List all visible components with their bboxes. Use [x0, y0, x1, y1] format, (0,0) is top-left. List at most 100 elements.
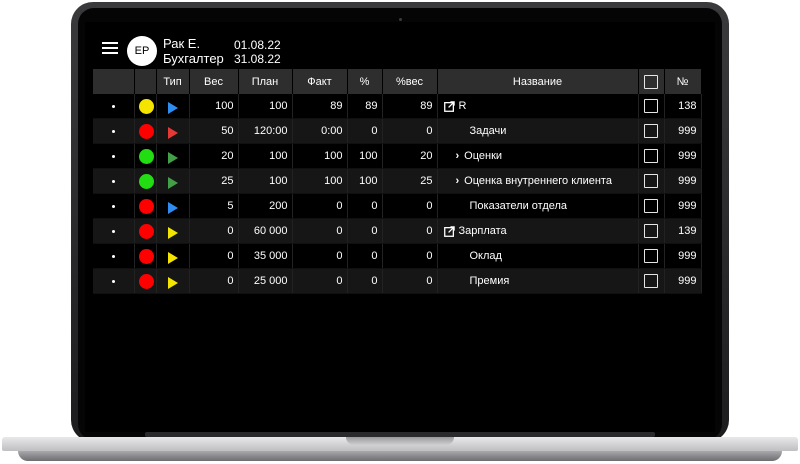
header-marker	[93, 69, 135, 94]
status-circle	[138, 273, 154, 289]
laptop-base-bottom	[18, 451, 782, 461]
camera-icon	[399, 18, 402, 21]
external-link-icon[interactable]	[443, 225, 455, 237]
status-indicator	[134, 218, 157, 244]
app-screen: ЕР Рак Е. Бухгалтер 01.08.22 31.08.22 Ти…	[85, 22, 715, 432]
cell-percent-weight: 0	[382, 193, 438, 219]
cell-percent: 89	[347, 94, 383, 119]
external-link-icon[interactable]	[443, 100, 455, 112]
cell-name[interactable]: Показатели отдела	[437, 193, 639, 219]
row-name[interactable]: Оценки	[464, 150, 502, 162]
table-row[interactable]: 50 120:00 0:00 0 0 Задачи 999	[93, 118, 702, 144]
row-checkbox[interactable]	[644, 249, 658, 263]
table-row[interactable]: 20 100 100 100 20 › Оценки 999	[93, 143, 702, 169]
cell-percent-weight: 0	[382, 268, 438, 294]
cell-fact: 0	[292, 218, 348, 244]
period: 01.08.22 31.08.22	[234, 38, 281, 66]
cell-name[interactable]: › Оценка внутреннего клиента	[437, 168, 639, 194]
cell-plan: 100	[238, 168, 293, 194]
cell-percent: 0	[347, 243, 383, 269]
table-row[interactable]: 0 35 000 0 0 0 Оклад 999	[93, 243, 702, 269]
status-indicator	[134, 268, 157, 294]
row-checkbox[interactable]	[644, 224, 658, 238]
cell-plan: 120:00	[238, 118, 293, 144]
cell-plan: 200	[238, 193, 293, 219]
cell-name[interactable]: Премия	[437, 268, 639, 294]
header-number[interactable]: №	[664, 69, 702, 94]
row-name[interactable]: Премия	[470, 275, 510, 287]
base-notch	[346, 437, 454, 445]
cell-name[interactable]: Задачи	[437, 118, 639, 144]
row-checkbox[interactable]	[644, 124, 658, 138]
user-name: Рак Е.	[163, 36, 201, 51]
status-indicator	[134, 94, 157, 119]
play-icon	[167, 277, 178, 289]
type-indicator	[156, 218, 190, 244]
table-row[interactable]: 25 100 100 100 25 › Оценка внутреннего клиента…	[93, 168, 702, 194]
cell-plan: 60 000	[238, 218, 293, 244]
status-circle	[138, 223, 154, 239]
avatar[interactable]: ЕР	[127, 36, 157, 66]
cell-name[interactable]: Зарплата	[437, 218, 639, 244]
cell-name[interactable]: R	[437, 94, 639, 119]
table-row[interactable]: 0 60 000 0 0 0 Зарплата 139	[93, 218, 702, 244]
cell-weight: 0	[189, 218, 239, 244]
row-checkbox[interactable]	[644, 99, 658, 113]
row-checkbox[interactable]	[644, 199, 658, 213]
row-marker	[93, 218, 135, 244]
cell-name[interactable]: Оклад	[437, 243, 639, 269]
cell-select[interactable]	[638, 94, 665, 119]
header-weight[interactable]: Вес	[189, 69, 239, 94]
cell-percent-weight: 89	[382, 94, 438, 119]
header-select-all[interactable]	[638, 69, 665, 94]
cell-select[interactable]	[638, 268, 665, 294]
table-row[interactable]: 5 200 0 0 0 Показатели отдела 999	[93, 193, 702, 219]
row-name[interactable]: Задачи	[470, 125, 507, 137]
cell-number: 139	[664, 218, 702, 244]
cell-select[interactable]	[638, 143, 665, 169]
cell-select[interactable]	[638, 218, 665, 244]
cell-percent-weight: 0	[382, 243, 438, 269]
row-name[interactable]: R	[459, 100, 467, 112]
row-checkbox[interactable]	[644, 174, 658, 188]
row-checkbox[interactable]	[644, 149, 658, 163]
cell-weight: 20	[189, 143, 239, 169]
row-name[interactable]: Зарплата	[459, 225, 507, 237]
menu-icon[interactable]	[102, 42, 118, 56]
select-all-checkbox[interactable]	[644, 74, 658, 89]
chevron-right-icon[interactable]: ›	[456, 175, 460, 187]
period-to: 31.08.22	[234, 52, 281, 66]
cell-number: 999	[664, 243, 702, 269]
header-plan[interactable]: План	[238, 69, 293, 94]
cell-weight: 5	[189, 193, 239, 219]
cell-weight: 50	[189, 118, 239, 144]
status-indicator	[134, 168, 157, 194]
row-marker	[93, 193, 135, 219]
cell-percent: 100	[347, 143, 383, 169]
cell-select[interactable]	[638, 118, 665, 144]
table-row[interactable]: 100 100 89 89 89 R 138	[93, 94, 702, 119]
chevron-right-icon[interactable]: ›	[456, 150, 460, 162]
cell-plan: 25 000	[238, 268, 293, 294]
cell-number: 999	[664, 193, 702, 219]
row-marker	[93, 94, 135, 119]
header-percent-weight[interactable]: %вес	[382, 69, 438, 94]
table-row[interactable]: 0 25 000 0 0 0 Премия 999	[93, 268, 702, 294]
row-checkbox[interactable]	[644, 274, 658, 288]
row-marker	[93, 268, 135, 294]
cell-select[interactable]	[638, 243, 665, 269]
cell-select[interactable]	[638, 168, 665, 194]
cell-name[interactable]: › Оценки	[437, 143, 639, 169]
row-name[interactable]: Показатели отдела	[470, 200, 568, 212]
cell-select[interactable]	[638, 193, 665, 219]
header-name[interactable]: Название	[437, 69, 639, 94]
cell-weight: 100	[189, 94, 239, 119]
cell-percent-weight: 0	[382, 218, 438, 244]
header-percent[interactable]: %	[347, 69, 383, 94]
row-name[interactable]: Оклад	[470, 250, 502, 262]
cell-weight: 0	[189, 243, 239, 269]
header-fact[interactable]: Факт	[292, 69, 348, 94]
header-type[interactable]: Тип	[156, 69, 190, 94]
row-name[interactable]: Оценка внутреннего клиента	[464, 175, 612, 187]
kpi-table: Тип Вес План Факт % %вес Название № 100 1…	[93, 69, 702, 294]
